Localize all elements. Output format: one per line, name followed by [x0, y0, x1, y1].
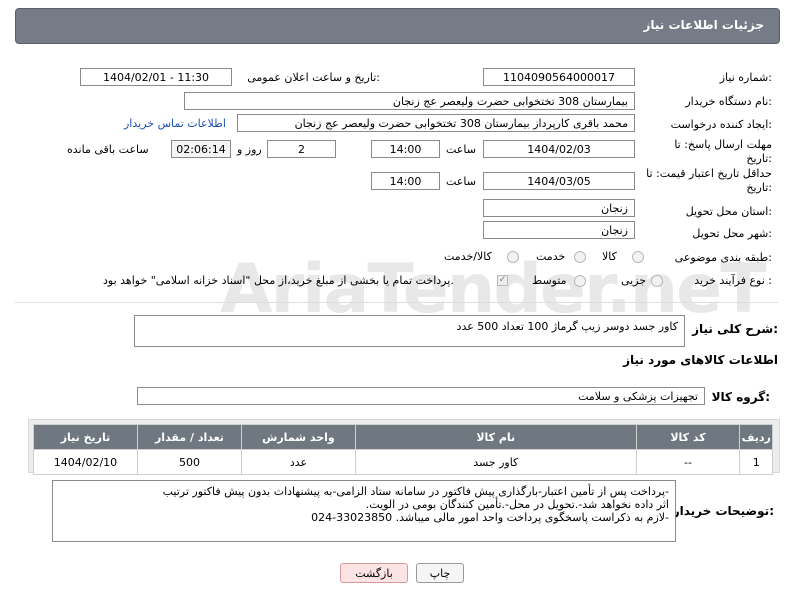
table-row: 1 -- کاور جسد عدد 500 1404/02/10: [33, 449, 773, 475]
deadline-time-field: 14:00: [371, 140, 440, 158]
buyer-notes-line-2: اثر داده نخواهد شد-.تحویل در محل-.تأمین …: [365, 498, 669, 511]
goods-group-field: تجهیزات پزشکی و سلامت: [137, 387, 705, 405]
treasury-payment-checkbox[interactable]: ✓: [497, 275, 508, 286]
validity-date-field: 1404/03/05: [483, 172, 635, 190]
process-type-label: نوع فرآیند خرید :: [694, 274, 772, 287]
remaining-time-field: 02:06:14: [171, 140, 231, 158]
need-number-field: 1104090564000017: [483, 68, 635, 86]
days-remaining-field: 2: [267, 140, 336, 158]
province-field: زنجان: [483, 199, 635, 217]
cell-need-date: 1404/02/10: [33, 449, 138, 475]
print-button[interactable]: چاپ: [416, 563, 464, 583]
need-number-label: شماره نیاز:: [719, 71, 772, 84]
process-minor-label: جزیی: [621, 274, 647, 287]
city-field: زنجان: [483, 221, 635, 239]
category-service-radio[interactable]: [574, 251, 586, 263]
deadline-date-field: 1404/02/03: [483, 140, 635, 158]
buyer-org-label: نام دستگاه خریدار:: [685, 95, 772, 108]
goods-table: ردیف کد کالا نام کالا واحد شمارش تعداد /…: [33, 424, 773, 475]
validity-time-label: ساعت: [446, 175, 476, 188]
table-header-row: ردیف کد کالا نام کالا واحد شمارش تعداد /…: [33, 424, 773, 450]
details-header-panel: جزئیات اطلاعات نیاز: [15, 8, 780, 44]
divider: [15, 302, 778, 303]
category-label: طبقه بندی موضوعی:: [674, 251, 772, 264]
category-both-label: کالا/خدمت: [444, 250, 492, 263]
deadline-label: مهلت ارسال پاسخ: تا تاریخ:: [674, 138, 772, 165]
col-unit: واحد شمارش: [240, 424, 356, 450]
page-title: جزئیات اطلاعات نیاز: [643, 18, 764, 32]
contact-info-link[interactable]: اطلاعات تماس خریدار: [124, 117, 226, 130]
process-minor-radio[interactable]: [651, 275, 663, 287]
remaining-time-label: ساعت باقی مانده: [67, 143, 149, 156]
col-need-date: تاریخ نیاز: [33, 424, 138, 450]
category-goods-radio[interactable]: [632, 251, 644, 263]
col-item-code: کد کالا: [635, 424, 741, 450]
announce-date-field: 1404/02/01 - 11:30: [80, 68, 232, 86]
announce-date-label: تاریخ و ساعت اعلان عمومی:: [247, 71, 380, 84]
col-quantity: تعداد / مقدار: [136, 424, 242, 450]
category-service-label: خدمت: [536, 250, 566, 263]
buyer-notes-label: توضیحات خریدار:: [672, 504, 774, 518]
col-row: ردیف: [739, 424, 773, 450]
cell-quantity: 500: [136, 449, 242, 475]
cell-item-name: کاور جسد: [354, 449, 637, 475]
days-label: روز و: [237, 143, 262, 156]
buyer-notes-field: -پرداخت پس از تأمین اعتبار-بارگذاری پیش …: [52, 480, 676, 542]
treasury-payment-note: پرداخت تمام یا بخشی از مبلغ خرید،از محل …: [103, 274, 454, 287]
cell-item-code: --: [635, 449, 741, 475]
buyer-notes-line-1: -پرداخت پس از تأمین اعتبار-بارگذاری پیش …: [162, 485, 669, 498]
goods-section-title: اطلاعات کالاهای مورد نیاز: [623, 353, 778, 367]
category-both-radio[interactable]: [507, 251, 519, 263]
back-button[interactable]: بازگشت: [340, 563, 408, 583]
buyer-org-field: بیمارستان 308 تختخوابی حضرت ولیعصر عج زن…: [184, 92, 635, 110]
description-text: کاور جسد دوسر زیپ گرماژ 100 تعداد 500 عد…: [456, 320, 678, 333]
process-medium-label: متوسط: [532, 274, 567, 287]
validity-time-field: 14:00: [371, 172, 440, 190]
col-item-name: نام کالا: [354, 424, 637, 450]
process-medium-radio[interactable]: [574, 275, 586, 287]
deadline-time-label: ساعت: [446, 143, 476, 156]
category-goods-label: کالا: [602, 250, 617, 263]
price-validity-label: حداقل تاریخ اعتبار قیمت: تا تاریخ:: [646, 167, 772, 194]
creator-field: محمد باقری کارپرداز بیمارستان 308 تختخوا…: [237, 114, 635, 132]
goods-group-label: گروه کالا:: [711, 390, 770, 404]
city-label: شهر محل تحویل:: [692, 227, 772, 240]
cell-unit: عدد: [240, 449, 356, 475]
buyer-notes-line-3: -لازم به ذکراست پاسخگوی پرداخت واحد امور…: [311, 511, 669, 524]
cell-row: 1: [739, 449, 773, 475]
province-label: استان محل تحویل:: [685, 205, 772, 218]
creator-label: ایجاد کننده درخواست:: [670, 118, 772, 131]
description-field: کاور جسد دوسر زیپ گرماژ 100 تعداد 500 عد…: [134, 315, 685, 347]
description-label: شرح کلی نیاز:: [692, 322, 778, 336]
